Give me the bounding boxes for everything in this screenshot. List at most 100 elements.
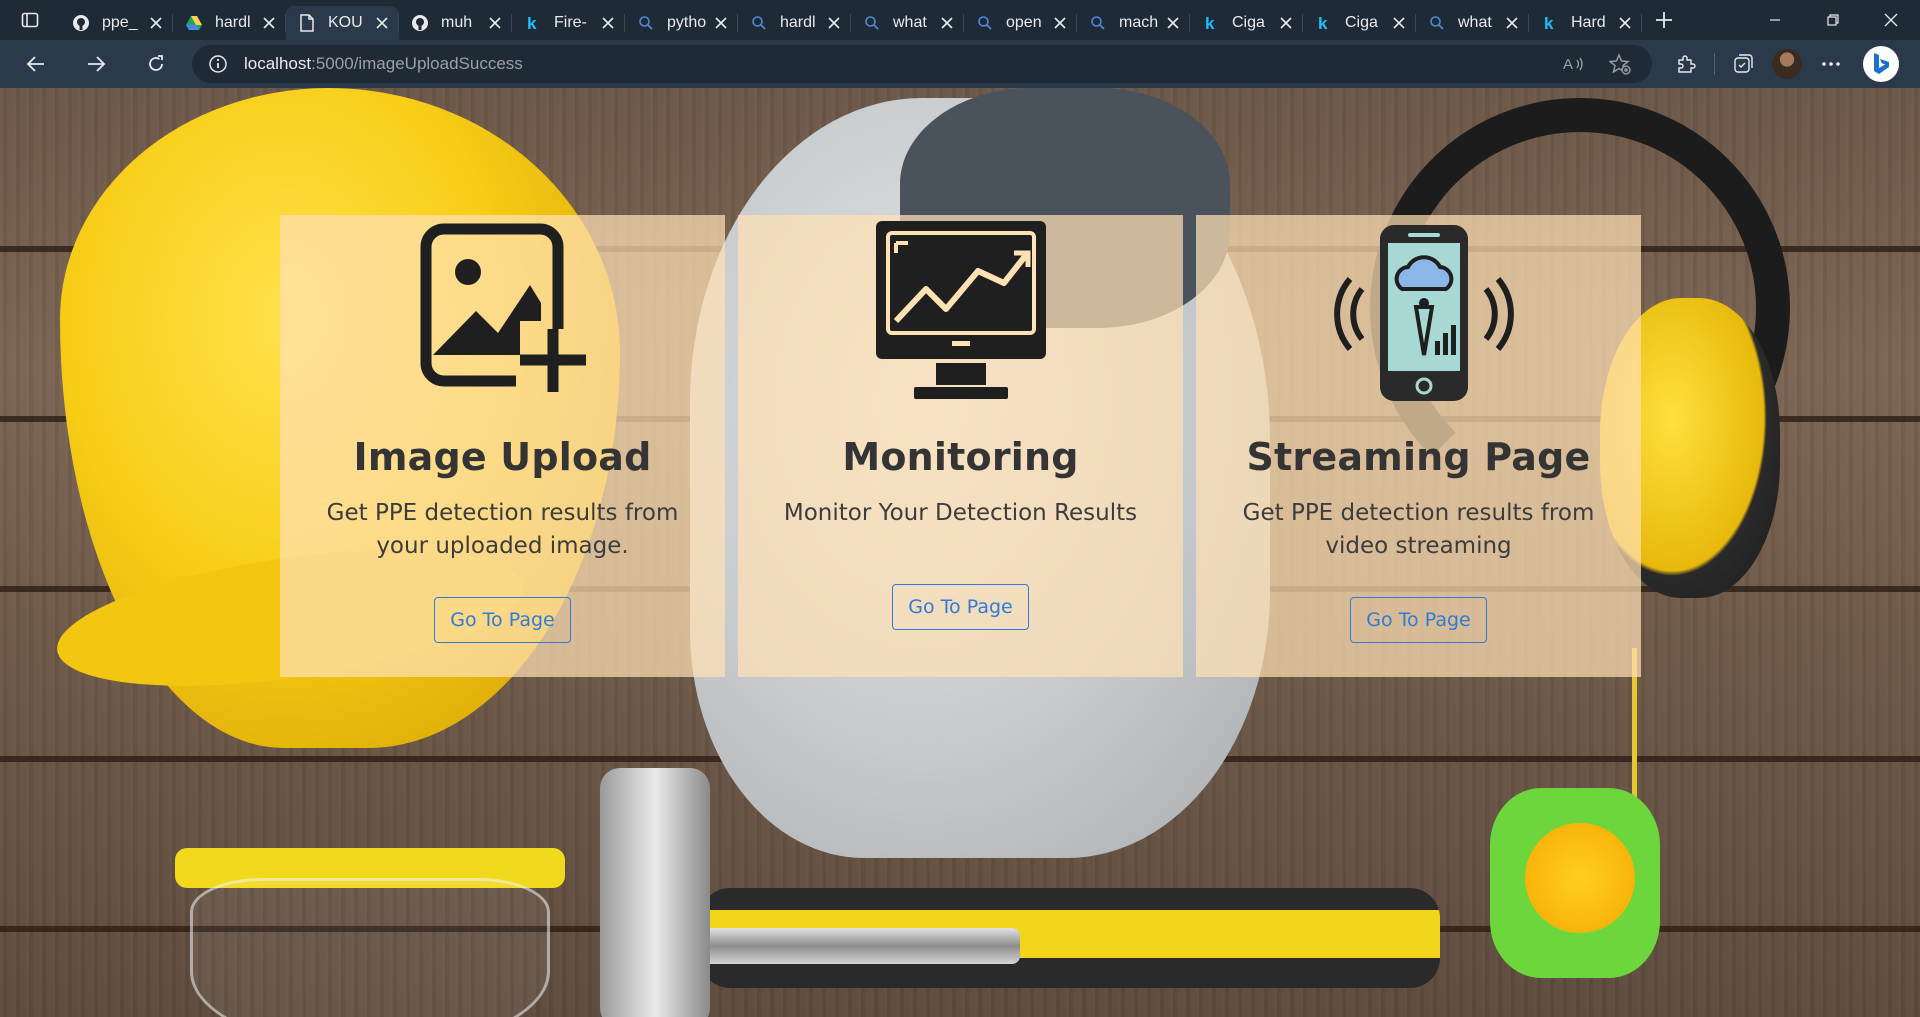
card-title: Image Upload (353, 435, 652, 479)
back-button[interactable] (10, 44, 62, 84)
tab-13[interactable]: k Hard (1529, 6, 1642, 40)
google-drive-icon (185, 14, 203, 32)
search-icon (976, 14, 994, 32)
close-icon[interactable] (486, 14, 504, 32)
feature-cards: Image Upload Get PPE detection results f… (280, 215, 1641, 677)
window-controls (1746, 0, 1920, 40)
bing-icon (1874, 53, 1889, 74)
safety-glasses-lens-image (190, 878, 550, 1017)
tab-11[interactable]: k Ciga (1303, 6, 1416, 40)
reload-button[interactable] (130, 44, 182, 84)
svg-text:k: k (1544, 14, 1554, 32)
hammer-head-image (600, 768, 710, 1017)
address-bar[interactable]: localhost:5000/imageUploadSuccess A (192, 45, 1652, 83)
profile-button[interactable] (1765, 44, 1809, 84)
search-icon (1428, 14, 1446, 32)
bing-chat-button[interactable] (1863, 46, 1899, 82)
arrow-right-icon (88, 56, 106, 72)
tab-label: hardl (215, 14, 251, 31)
close-icon[interactable] (1390, 14, 1408, 32)
search-icon (637, 14, 655, 32)
close-icon[interactable] (1164, 14, 1182, 32)
forward-button[interactable] (70, 44, 122, 84)
restore-button[interactable] (1804, 0, 1862, 40)
reload-icon (149, 55, 163, 71)
address-bar-actions: A (1556, 49, 1638, 79)
document-icon (298, 14, 316, 32)
close-icon[interactable] (599, 14, 617, 32)
tab-bar: ppe_ hardl KOU muh k Fire- pytho hardl w… (0, 0, 1920, 40)
tab-label: Hard (1571, 14, 1606, 31)
kaggle-icon: k (1315, 14, 1333, 32)
add-favorite-icon[interactable] (1602, 49, 1638, 79)
arrow-left-icon (26, 56, 44, 72)
close-icon[interactable] (1616, 14, 1634, 32)
svg-text:k: k (527, 14, 537, 32)
url-path: :5000/imageUploadSuccess (311, 54, 523, 73)
close-icon[interactable] (373, 14, 391, 32)
github-icon (411, 14, 429, 32)
close-icon[interactable] (825, 14, 843, 32)
close-icon[interactable] (1277, 14, 1295, 32)
collections-button[interactable] (1721, 44, 1765, 84)
tab-actions-button[interactable] (0, 0, 60, 40)
measuring-tape-center-image (1525, 823, 1635, 933)
info-icon[interactable] (206, 52, 230, 76)
close-icon[interactable] (938, 14, 956, 32)
card-title: Streaming Page (1246, 435, 1591, 479)
card-streaming: Streaming Page Get PPE detection results… (1196, 215, 1641, 677)
image-add-icon (408, 217, 598, 407)
search-icon (1089, 14, 1107, 32)
svg-text:k: k (1205, 14, 1215, 32)
tab-label: Fire- (554, 14, 587, 31)
browser-toolbar: localhost:5000/imageUploadSuccess A (0, 40, 1920, 88)
toolbar-icons (1664, 44, 1899, 84)
settings-menu-button[interactable] (1809, 44, 1853, 84)
tab-2[interactable]: KOU (286, 6, 399, 40)
close-icon[interactable] (147, 14, 165, 32)
tab-9[interactable]: mach (1077, 6, 1190, 40)
tab-label: Ciga (1345, 14, 1378, 31)
svg-text:A: A (1563, 56, 1573, 73)
go-to-page-button[interactable]: Go To Page (434, 597, 571, 643)
search-icon (863, 14, 881, 32)
tab-4[interactable]: k Fire- (512, 6, 625, 40)
extensions-button[interactable] (1664, 44, 1708, 84)
avatar (1772, 49, 1802, 79)
tab-10[interactable]: k Ciga (1190, 6, 1303, 40)
close-icon[interactable] (712, 14, 730, 32)
tab-label: muh (441, 14, 473, 31)
go-to-page-button[interactable]: Go To Page (892, 584, 1029, 630)
tab-1[interactable]: hardl (173, 6, 286, 40)
kaggle-icon: k (524, 14, 542, 32)
close-window-button[interactable] (1862, 0, 1920, 40)
page-content: Image Upload Get PPE detection results f… (0, 88, 1920, 1017)
tab-7[interactable]: what (851, 6, 964, 40)
tab-3[interactable]: muh (399, 6, 512, 40)
toolbar-separator (1714, 53, 1715, 75)
tab-label: ppe_ (102, 14, 138, 31)
puzzle-icon (1678, 55, 1696, 73)
tab-6[interactable]: hardl (738, 6, 851, 40)
kaggle-icon: k (1202, 14, 1220, 32)
search-icon (750, 14, 768, 32)
tab-8[interactable]: open (964, 6, 1077, 40)
card-title: Monitoring (842, 435, 1079, 479)
close-icon[interactable] (260, 14, 278, 32)
card-description: Get PPE detection results from your uplo… (326, 500, 679, 559)
close-icon[interactable] (1503, 14, 1521, 32)
tab-12[interactable]: what (1416, 6, 1529, 40)
new-tab-button[interactable] (1642, 0, 1686, 40)
go-to-page-button[interactable]: Go To Page (1350, 597, 1487, 643)
close-icon[interactable] (1051, 14, 1069, 32)
plus-icon (1656, 12, 1672, 28)
read-aloud-icon[interactable]: A (1556, 49, 1592, 79)
svg-text:k: k (1318, 14, 1328, 32)
tab-label: open (1006, 14, 1042, 31)
tab-0[interactable]: ppe_ (60, 6, 173, 40)
minimize-button[interactable] (1746, 0, 1804, 40)
more-icon (1822, 62, 1840, 66)
tab-5[interactable]: pytho (625, 6, 738, 40)
tab-actions-icon (21, 12, 39, 28)
tab-label: KOU (328, 14, 363, 31)
